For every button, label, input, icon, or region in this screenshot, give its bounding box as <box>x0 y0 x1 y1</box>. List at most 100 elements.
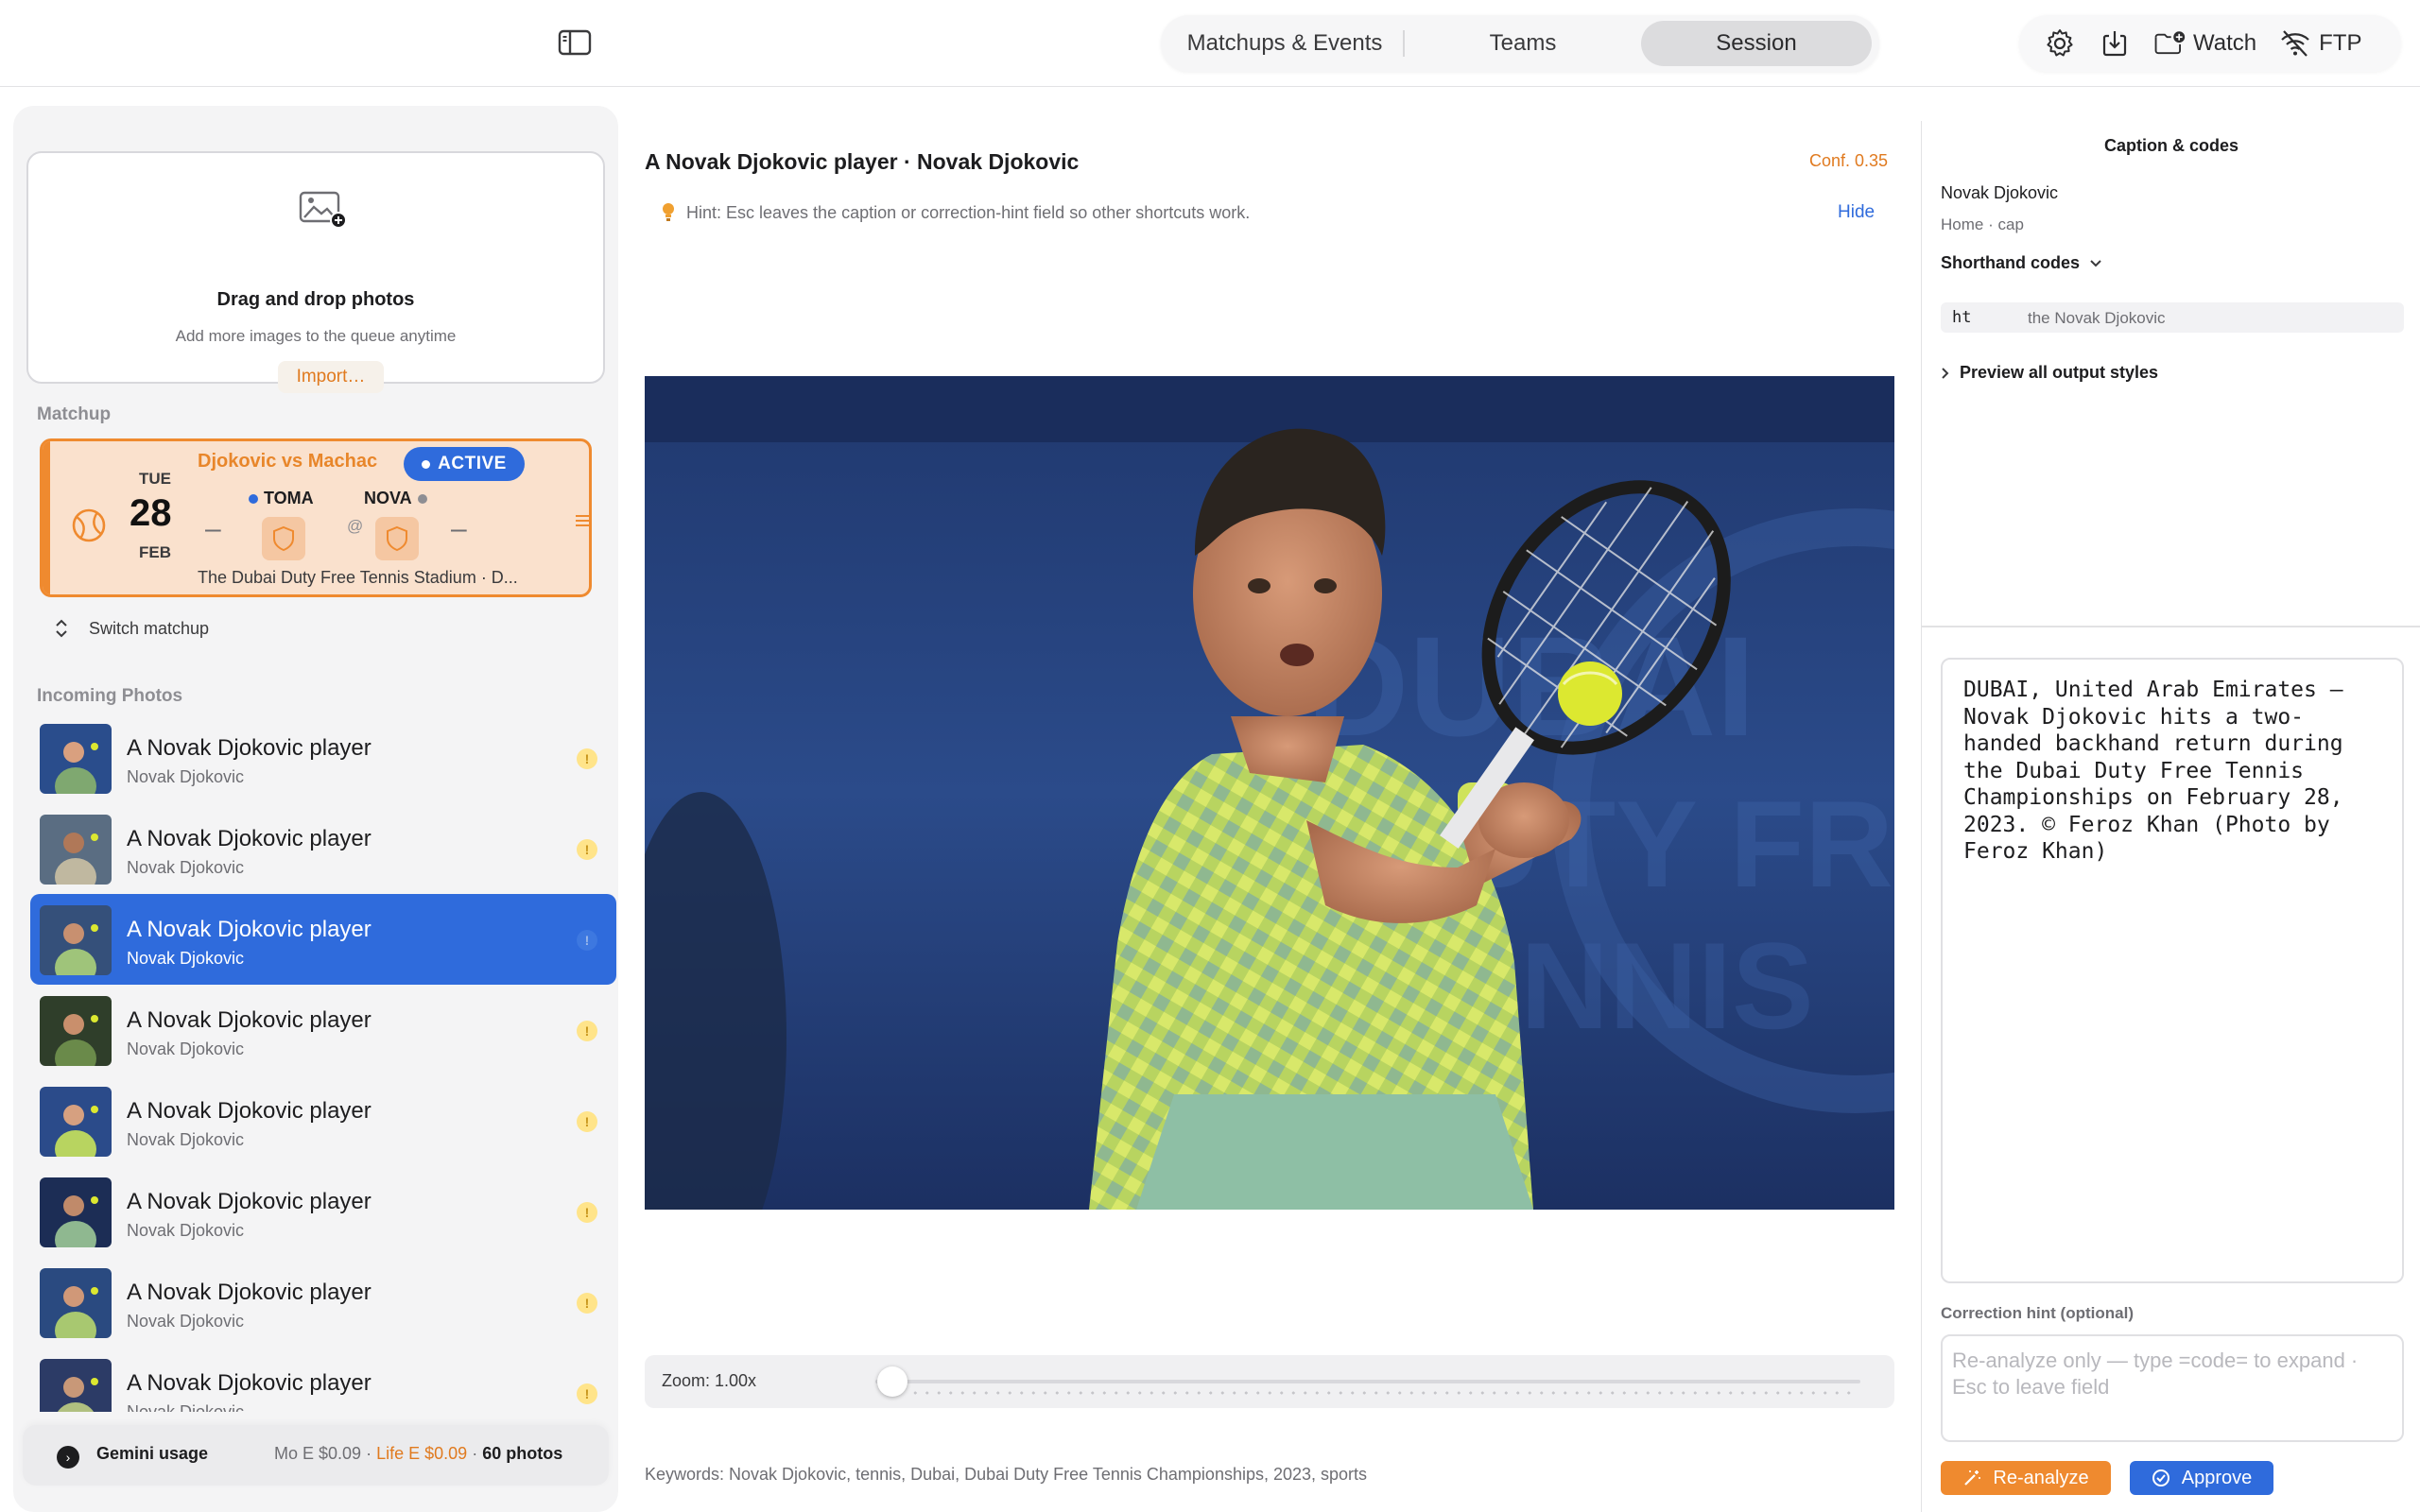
main-photo[interactable]: DUBAI DUTY FREE TENNIS <box>645 376 1894 1210</box>
home-code-label: TOMA <box>264 489 314 507</box>
reanalyze-label: Re-analyze <box>1993 1467 2089 1488</box>
photo-list-item[interactable]: A Novak Djokovic player Novak Djokovic! <box>30 894 616 985</box>
export-button[interactable] <box>2089 23 2140 64</box>
tab-matchups-events[interactable]: Matchups & Events <box>1167 21 1403 66</box>
switch-matchup-button[interactable]: Switch matchup <box>53 618 209 639</box>
matchup-day: 28 <box>130 492 172 534</box>
badge-label: ACTIVE <box>438 454 507 473</box>
photo-thumbnail <box>40 996 112 1066</box>
shield-icon <box>387 525 407 552</box>
photo-title: A Novak Djokovic player <box>127 1007 372 1033</box>
usage-month-cost: Mo E $0.09 <box>274 1444 362 1463</box>
warning-icon: ! <box>577 1202 597 1223</box>
preview-output-styles-toggle[interactable]: Preview all output styles <box>1941 363 2158 383</box>
chevron-right-icon <box>1942 367 1949 379</box>
photo-list-item[interactable]: A Novak Djokovic player Novak Djokovic! <box>30 1257 616 1348</box>
caption-panel-header: Caption & codes <box>2103 136 2238 155</box>
tennis-player-photo: DUBAI DUTY FREE TENNIS <box>645 376 1894 1210</box>
photo-title: A Novak Djokovic player <box>127 917 372 942</box>
settings-button[interactable] <box>2034 23 2085 64</box>
hint-text: Hint: Esc leaves the caption or correcti… <box>686 202 1251 222</box>
import-button[interactable]: Import… <box>278 361 384 393</box>
zoom-control: Zoom: 1.00x <box>645 1355 1894 1408</box>
warning-icon: ! <box>577 1293 597 1314</box>
add-photo-icon <box>299 191 347 229</box>
tennis-ball-icon <box>72 508 106 542</box>
watch-button[interactable]: Watch <box>2144 23 2266 64</box>
confidence-label: Conf. 0.35 <box>1809 151 1889 170</box>
preview-label: Preview all output styles <box>1960 363 2159 382</box>
folder-add-icon <box>2154 31 2186 55</box>
photo-title: A Novak Djokovic player <box>127 1098 372 1124</box>
photo-list-item[interactable]: A Novak Djokovic player Novak Djokovic! <box>30 713 616 803</box>
active-badge: ACTIVE <box>404 447 525 481</box>
active-matchup-card[interactable]: TUE 28 FEB Djokovic vs Machac ACTIVE TOM… <box>40 438 592 597</box>
chevron-right-icon: › <box>57 1446 79 1469</box>
photo-title: A Novak Djokovic player <box>127 826 372 851</box>
chevron-up-down-icon <box>56 619 67 638</box>
code-value: the Novak Djokovic <box>2028 309 2166 327</box>
tab-session[interactable]: Session <box>1641 21 1872 66</box>
away-team-logo <box>375 517 419 560</box>
code-key: ht <box>1952 308 1972 327</box>
breadcrumb-cap[interactable]: cap <box>1998 215 2024 233</box>
photo-subtitle: Novak Djokovic <box>127 858 245 877</box>
caption-textarea[interactable]: DUBAI, United Arab Emirates — Novak Djok… <box>1941 658 2404 1283</box>
photo-subtitle: Novak Djokovic <box>127 1221 245 1240</box>
away-team-dot <box>417 493 427 504</box>
photo-thumbnail <box>40 724 112 794</box>
photo-list-item[interactable]: A Novak Djokovic player Novak Djokovic! <box>30 1075 616 1166</box>
photo-list-item[interactable]: A Novak Djokovic player Novak Djokovic! <box>30 803 616 894</box>
matchup-accent-stripe <box>43 441 50 594</box>
matchup-month: FEB <box>139 543 171 561</box>
photo-title: A Novak Djokovic player <box>127 1370 372 1396</box>
lightbulb-icon <box>663 203 674 221</box>
reanalyze-button[interactable]: Re-analyze <box>1941 1461 2111 1495</box>
away-code-label: NOVA <box>364 489 412 507</box>
dropzone-title: Drag and drop photos <box>216 289 415 310</box>
ftp-button[interactable]: FTP <box>2270 23 2371 64</box>
shield-icon <box>273 525 294 552</box>
badge-dot <box>422 459 431 469</box>
incoming-photos-label: Incoming Photos <box>37 686 183 706</box>
usage-life-cost: Life E $0.09 <box>376 1444 468 1463</box>
zoom-slider-ticks <box>909 1391 1855 1395</box>
photo-dropzone[interactable]: Drag and drop photos Add more images to … <box>26 151 605 393</box>
warning-icon: ! <box>577 1021 597 1041</box>
warning-icon: ! <box>577 930 597 951</box>
panel-divider <box>1922 626 2420 627</box>
breadcrumb-home[interactable]: Home <box>1941 215 1983 233</box>
sidebar-toggle-icon[interactable] <box>558 28 592 57</box>
incoming-photo-list: A Novak Djokovic player Novak Djokovic! A … <box>30 713 616 1412</box>
hide-hint-button[interactable]: Hide <box>1838 202 1875 223</box>
photo-list-item[interactable]: A Novak Djokovic player Novak Djokovic! <box>30 1348 616 1412</box>
shorthand-code-row[interactable]: ht the Novak Djokovic <box>1941 302 2404 333</box>
shortcut-hint: Hint: Esc leaves the caption or correcti… <box>662 202 1250 223</box>
subject-name: Novak Djokovic <box>1941 183 2059 202</box>
photo-list-item[interactable]: A Novak Djokovic player Novak Djokovic! <box>30 985 616 1075</box>
tab-teams[interactable]: Teams <box>1405 21 1641 66</box>
watch-label: Watch <box>2193 30 2257 56</box>
warning-icon: ! <box>577 1383 597 1404</box>
matchup-day-of-week: TUE <box>139 470 171 488</box>
keywords-line: Keywords: Novak Djokovic, tennis, Dubai,… <box>645 1465 1368 1484</box>
zoom-slider-knob[interactable] <box>877 1366 908 1397</box>
check-circle-icon <box>2152 1469 2169 1486</box>
photo-subtitle: Novak Djokovic <box>127 1130 245 1149</box>
matchup-section-label: Matchup <box>37 404 112 424</box>
usage-stats: Mo E $0.09 · Life E $0.09 · 60 photos <box>274 1444 562 1464</box>
photo-thumbnail <box>40 1268 112 1338</box>
gemini-usage-bar[interactable]: › Gemini usage Mo E $0.09 · Life E $0.09… <box>23 1425 609 1486</box>
reorder-icon[interactable] <box>574 511 592 530</box>
wifi-off-icon <box>2281 30 2309 57</box>
photo-list-item[interactable]: A Novak Djokovic player Novak Djokovic! <box>30 1166 616 1257</box>
approve-button[interactable]: Approve <box>2130 1461 2273 1495</box>
shorthand-codes-toggle[interactable]: Shorthand codes <box>1941 253 2102 273</box>
photo-subtitle: Novak Djokovic <box>127 949 245 968</box>
warning-icon: ! <box>577 839 597 860</box>
chevron-down-icon <box>2090 259 2101 266</box>
zoom-slider-track[interactable] <box>875 1380 1860 1383</box>
correction-hint-label: Correction hint (optional) <box>1941 1304 2134 1322</box>
breadcrumb: Home · cap <box>1941 215 2024 234</box>
correction-hint-input[interactable]: Re-analyze only — type =code= to expand … <box>1941 1334 2404 1442</box>
